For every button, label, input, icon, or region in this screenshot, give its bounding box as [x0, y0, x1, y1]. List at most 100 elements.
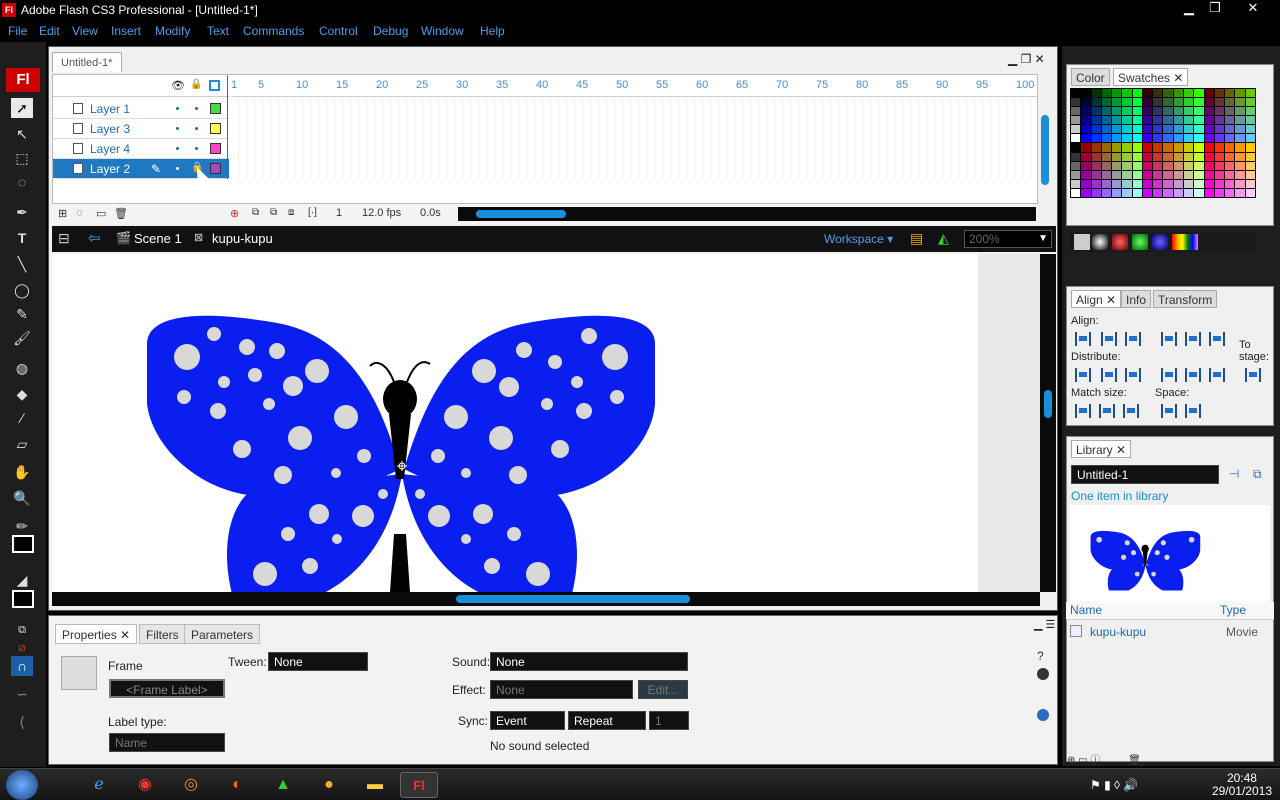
- swatch-cell[interactable]: [1235, 188, 1245, 197]
- swatch-cell[interactable]: [1235, 143, 1245, 152]
- edit-symbols-icon[interactable]: ▤: [910, 230, 923, 247]
- swatch-cell[interactable]: [1214, 143, 1225, 152]
- workspace-menu[interactable]: Workspace ▾: [824, 232, 893, 246]
- swatch-cell[interactable]: [1112, 89, 1122, 98]
- swatch-cell[interactable]: [1184, 89, 1194, 98]
- space-horizontal-icon[interactable]: [1185, 404, 1201, 418]
- swatch-cell[interactable]: [1214, 125, 1225, 134]
- swatch-cell[interactable]: [1153, 98, 1163, 107]
- scroll-thumb[interactable]: [476, 210, 566, 218]
- swatch-cell[interactable]: [1122, 161, 1132, 170]
- breadcrumb-scene[interactable]: Scene 1: [134, 231, 182, 246]
- tab-color[interactable]: Color: [1071, 68, 1110, 86]
- swatch-cell[interactable]: [1194, 134, 1204, 143]
- lock-dot[interactable]: [195, 147, 198, 150]
- visibility-dot[interactable]: [176, 147, 179, 150]
- swatch-cell[interactable]: [1142, 188, 1153, 197]
- oval-tool-icon[interactable]: ◯: [11, 280, 33, 300]
- flash-taskbar-button[interactable]: Fl: [400, 772, 438, 798]
- swatch-cell[interactable]: [1225, 116, 1235, 125]
- swatch-cell[interactable]: [1173, 107, 1184, 116]
- swatch-cell[interactable]: [1194, 161, 1204, 170]
- swatch-cell[interactable]: [1245, 179, 1255, 188]
- pen-tool-icon[interactable]: ✒: [11, 202, 33, 222]
- swatch-cell[interactable]: [1153, 143, 1163, 152]
- tab-library[interactable]: Library ✕: [1071, 440, 1132, 458]
- swatch-cell[interactable]: [1081, 161, 1091, 170]
- stage-hscroll[interactable]: [52, 592, 1040, 606]
- doc-window-controls[interactable]: ▁ ❐ ✕: [1008, 52, 1045, 66]
- swatch-cell[interactable]: [1132, 116, 1142, 125]
- menu-window[interactable]: Window: [421, 24, 464, 38]
- breadcrumb-symbol[interactable]: kupu-kupu: [212, 231, 273, 246]
- swatch-cell[interactable]: [1091, 179, 1101, 188]
- swatch-cell[interactable]: [1132, 134, 1142, 143]
- swatch-cell[interactable]: [1132, 152, 1142, 161]
- timeline-ruler[interactable]: 1 5 10 15 20 25 30 35 40 45 50 55 60 65 …: [231, 75, 1037, 97]
- firefox-icon[interactable]: ◎: [172, 772, 210, 798]
- swatch-cell[interactable]: [1245, 134, 1255, 143]
- swatch-cell[interactable]: [1214, 152, 1225, 161]
- swatch-cell[interactable]: [1091, 161, 1101, 170]
- swatch-cell[interactable]: [1214, 107, 1225, 116]
- swatch-cell[interactable]: [1153, 152, 1163, 161]
- swatch-cell[interactable]: [1071, 89, 1081, 98]
- swatch-cell[interactable]: [1235, 179, 1245, 188]
- swatch-cell[interactable]: [1071, 188, 1081, 197]
- align-vcenter-icon[interactable]: [1185, 332, 1201, 346]
- swatch-cell[interactable]: [1163, 98, 1173, 107]
- layer-color-swatch[interactable]: [210, 163, 221, 174]
- col-type[interactable]: Type: [1220, 603, 1246, 617]
- swatch-cell[interactable]: [1142, 98, 1153, 107]
- swatch-cell[interactable]: [1101, 170, 1112, 179]
- frame-label-input[interactable]: <Frame Label>: [109, 679, 225, 698]
- swatch-cell[interactable]: [1163, 134, 1173, 143]
- drive-icon[interactable]: ▲: [264, 772, 302, 798]
- swatch-cell[interactable]: [1204, 152, 1214, 161]
- swatch-cell[interactable]: [1214, 134, 1225, 143]
- swatch-cell[interactable]: [1101, 89, 1112, 98]
- swatch-cell[interactable]: [1214, 188, 1225, 197]
- line-tool-icon[interactable]: ╲: [11, 254, 33, 274]
- swatch-cell[interactable]: [1225, 179, 1235, 188]
- swatch-cell[interactable]: [1101, 152, 1112, 161]
- delete-layer-icon[interactable]: 🗑: [114, 207, 128, 220]
- swatch-cell[interactable]: [1214, 89, 1225, 98]
- swatch-cell[interactable]: [1214, 116, 1225, 125]
- swatch-cell[interactable]: [1071, 134, 1081, 143]
- swatch-cell[interactable]: [1091, 143, 1101, 152]
- accessibility-icon[interactable]: [1037, 668, 1049, 680]
- swatch-cell[interactable]: [1142, 170, 1153, 179]
- swatch-cell[interactable]: [1204, 188, 1214, 197]
- explorer-icon[interactable]: ▬: [356, 772, 394, 798]
- edit-scene-icon[interactable]: ◭: [938, 230, 949, 247]
- swatch-cell[interactable]: [1194, 143, 1204, 152]
- swatch-cell[interactable]: [1173, 170, 1184, 179]
- swatch-cell[interactable]: [1204, 143, 1214, 152]
- swatch-cell[interactable]: [1204, 89, 1214, 98]
- start-button[interactable]: [6, 770, 38, 800]
- pencil-tool-icon[interactable]: ✎: [11, 304, 33, 324]
- swatch-radial-green[interactable]: [1132, 234, 1148, 250]
- swatch-cell[interactable]: [1122, 143, 1132, 152]
- back-arrow-icon[interactable]: ⇦: [88, 229, 101, 247]
- swatch-cell[interactable]: [1101, 134, 1112, 143]
- swatch-cell[interactable]: [1071, 125, 1081, 134]
- visibility-dot[interactable]: [176, 167, 179, 170]
- swatch-cell[interactable]: [1112, 125, 1122, 134]
- swatch-rainbow[interactable]: [1172, 234, 1198, 250]
- lock-dot[interactable]: [195, 107, 198, 110]
- visibility-dot[interactable]: [176, 107, 179, 110]
- fill-color-swatch[interactable]: [12, 590, 34, 608]
- swatch-cell[interactable]: [1153, 116, 1163, 125]
- swatch-cell[interactable]: [1235, 107, 1245, 116]
- swatch-cell[interactable]: [1225, 107, 1235, 116]
- sound-select[interactable]: None: [490, 652, 688, 671]
- swatch-cell[interactable]: [1101, 116, 1112, 125]
- menu-edit[interactable]: Edit: [39, 24, 60, 38]
- swatch-cell[interactable]: [1081, 116, 1091, 125]
- swatch-cell[interactable]: [1122, 89, 1132, 98]
- swatch-cell[interactable]: [1081, 143, 1091, 152]
- swatch-cell[interactable]: [1153, 161, 1163, 170]
- swatch-cell[interactable]: [1204, 134, 1214, 143]
